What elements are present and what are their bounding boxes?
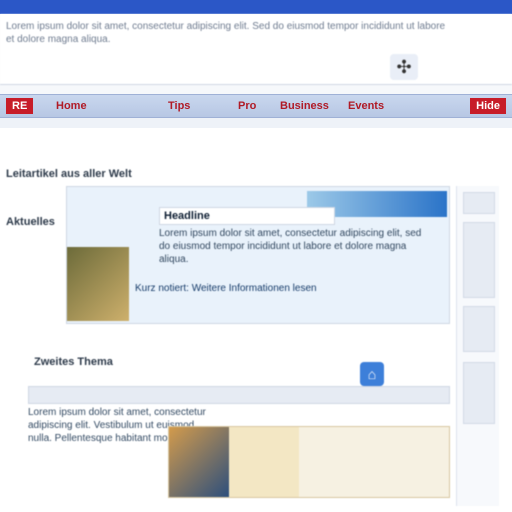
second-story-head: Zweites Thema bbox=[34, 356, 113, 368]
hero-image bbox=[67, 247, 129, 321]
sidebar-box bbox=[463, 362, 495, 424]
second-story-image-left bbox=[169, 427, 229, 497]
second-story-image bbox=[168, 426, 450, 498]
nav-item-tips[interactable]: Tips bbox=[168, 98, 190, 114]
nav-item-events[interactable]: Events bbox=[348, 98, 384, 114]
hero-card[interactable]: Headline Lorem ipsum dolor sit amet, con… bbox=[66, 186, 450, 324]
sidebar-box bbox=[463, 306, 495, 352]
nav-item-home[interactable]: Home bbox=[56, 98, 87, 114]
top-info-area: Lorem ipsum dolor sit amet, consectetur … bbox=[0, 14, 512, 85]
section-title: Leitartikel aus aller Welt bbox=[6, 168, 132, 180]
top-info-text: Lorem ipsum dolor sit amet, consectetur … bbox=[6, 21, 446, 45]
sidebar-box bbox=[463, 192, 495, 214]
hero-title: Headline bbox=[159, 207, 335, 225]
second-story-image-right bbox=[299, 427, 449, 497]
nav-item-pro[interactable]: Pro bbox=[238, 98, 256, 114]
nav-left-tag[interactable]: RE bbox=[6, 98, 34, 114]
second-story[interactable]: Zweites Thema ⌂ Lorem ipsum dolor sit am… bbox=[28, 354, 450, 504]
aside-title: Aktuelles bbox=[6, 216, 55, 228]
nav-right-tag[interactable]: Hide bbox=[470, 98, 506, 114]
hero-text: Lorem ipsum dolor sit amet, consectetur … bbox=[159, 228, 422, 265]
badge-icon[interactable]: ✣ bbox=[390, 54, 418, 80]
main-navigation: RE Home Tips Pro Business Events Hide bbox=[0, 94, 512, 118]
nav-item-business[interactable]: Business bbox=[280, 98, 329, 114]
window-titlebar bbox=[0, 0, 512, 14]
hero-tagline: Kurz notiert: Weitere Informationen lese… bbox=[135, 283, 317, 294]
right-sidebar bbox=[456, 186, 499, 506]
sidebar-box bbox=[463, 222, 495, 298]
second-story-bar bbox=[28, 386, 450, 404]
home-icon[interactable]: ⌂ bbox=[360, 362, 384, 386]
